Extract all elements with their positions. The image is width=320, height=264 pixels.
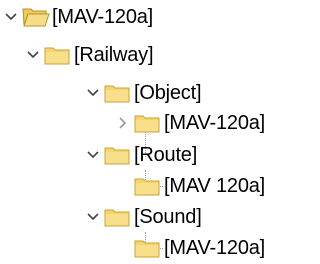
folder-icon — [134, 233, 164, 263]
tree-node-label: [MAV-120a] — [164, 112, 266, 134]
folder-icon — [134, 108, 164, 138]
tree-node-route-child[interactable]: [MAV 120a] — [134, 171, 265, 201]
tree-node-label: [MAV 120a] — [164, 175, 266, 197]
tree-node-label: [MAV-120a] — [164, 237, 266, 259]
tree-node-railway[interactable]: [Railway] — [22, 40, 154, 70]
folder-icon — [44, 40, 74, 70]
folder-icon — [134, 171, 164, 201]
chevron-down-icon[interactable] — [82, 140, 104, 170]
tree-node-label: [Railway] — [74, 44, 154, 66]
tree-node-label: [Route] — [134, 144, 198, 166]
folder-icon — [104, 78, 134, 108]
tree-node-root[interactable]: [MAV-120a] — [0, 2, 153, 32]
tree-node-sound[interactable]: [Sound] — [82, 202, 202, 232]
chevron-down-icon[interactable] — [0, 2, 22, 32]
tree-node-object-child[interactable]: [MAV-120a] — [112, 108, 265, 138]
folder-icon — [104, 202, 134, 232]
tree-node-route[interactable]: [Route] — [82, 140, 197, 170]
tree-node-label: [Object] — [134, 82, 202, 104]
tree-node-object[interactable]: [Object] — [82, 78, 202, 108]
tree-node-sound-child[interactable]: [MAV-120a] — [134, 233, 265, 263]
chevron-right-icon[interactable] — [112, 108, 134, 138]
folder-open-icon — [22, 2, 52, 32]
chevron-down-icon[interactable] — [82, 202, 104, 232]
chevron-down-icon[interactable] — [22, 40, 44, 70]
tree-node-label: [MAV-120a] — [52, 6, 154, 28]
folder-icon — [104, 140, 134, 170]
folder-tree: [MAV-120a] [Railway] [Object] [MAV-120a]… — [0, 0, 303, 264]
chevron-down-icon[interactable] — [82, 78, 104, 108]
tree-node-label: [Sound] — [134, 206, 202, 228]
